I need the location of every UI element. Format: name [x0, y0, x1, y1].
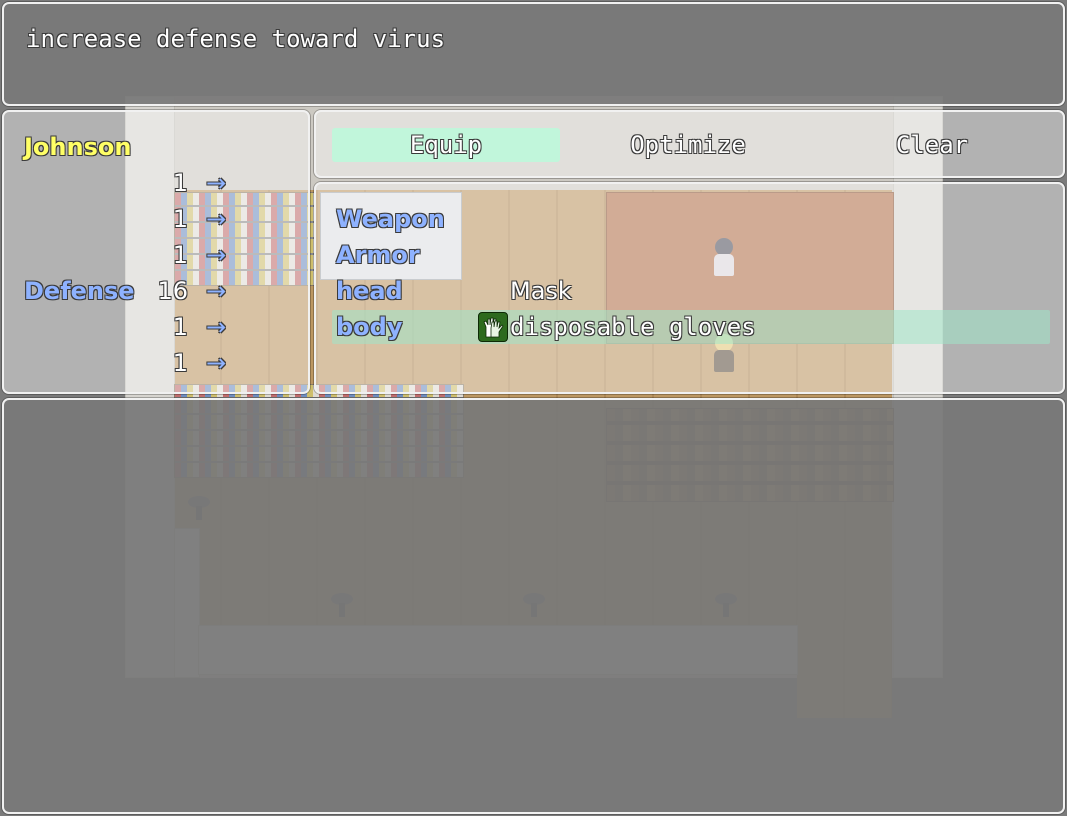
slot-item-name: disposable gloves	[510, 313, 756, 341]
gloves-icon-graphic	[483, 317, 504, 338]
slot-item-name: Mask	[510, 277, 572, 305]
equip-slot-window: Weapon Armor head Mask body disposable g…	[314, 182, 1065, 394]
right-arrow-icon: →	[206, 277, 227, 305]
help-text: increase defense toward virus	[26, 25, 446, 53]
slot-row-body[interactable]: body disposable gloves	[332, 310, 1050, 344]
param-row: 1 →	[154, 346, 244, 380]
param-row: 1 →	[154, 166, 244, 200]
param-row-defense: 16 →	[154, 274, 244, 308]
actor-name: Johnson	[24, 133, 132, 161]
param-label-defense: Defense	[24, 277, 135, 305]
param-value: 1	[172, 169, 188, 197]
optimize-command[interactable]: Optimize	[574, 128, 802, 162]
gloves-icon	[478, 312, 508, 342]
right-arrow-icon: →	[206, 169, 227, 197]
right-arrow-icon: →	[206, 313, 227, 341]
help-window: increase defense toward virus	[2, 2, 1065, 106]
right-arrow-icon: →	[206, 205, 227, 233]
param-value: 1	[172, 313, 188, 341]
param-value: 1	[172, 205, 188, 233]
right-arrow-icon: →	[206, 241, 227, 269]
command-window: Equip Optimize Clear	[314, 110, 1065, 178]
param-row: 1 →	[154, 310, 244, 344]
slot-type-label: body	[336, 313, 403, 341]
param-value: 1	[172, 241, 188, 269]
slot-type-label: Weapon	[336, 205, 445, 233]
param-value: 16	[157, 277, 188, 305]
right-arrow-icon: →	[206, 349, 227, 377]
equip-command[interactable]: Equip	[332, 128, 560, 162]
clear-command[interactable]: Clear	[818, 128, 1046, 162]
param-row: 1 →	[154, 238, 244, 272]
param-value: 1	[172, 349, 188, 377]
slot-row-weapon[interactable]: Weapon	[332, 202, 1050, 236]
status-window: Johnson Defense 1 → 1 → 1 → 16 → 1 → 1 →	[2, 110, 310, 394]
slot-row-armor[interactable]: Armor	[332, 238, 1050, 272]
slot-row-head[interactable]: head Mask	[332, 274, 1050, 308]
param-row: 1 →	[154, 202, 244, 236]
item-list-window	[2, 398, 1065, 814]
slot-type-label: Armor	[336, 241, 420, 269]
slot-type-label: head	[336, 277, 403, 305]
